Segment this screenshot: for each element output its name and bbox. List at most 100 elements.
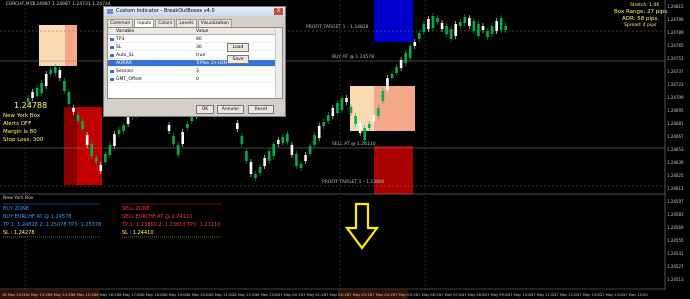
parameter-icon (110, 46, 114, 49)
candle (390, 71, 394, 81)
time-axis-label: 16 May 23:00 (255, 293, 280, 297)
time-axis-label: 16 May 20:00 (186, 293, 211, 297)
candle (345, 95, 348, 105)
col-variable-header[interactable]: Variable (116, 28, 134, 35)
dialog-title-bar[interactable]: Custom Indicator - BreakOutBoxes v4.0 X (104, 7, 285, 16)
tab-common[interactable]: Common (107, 19, 134, 27)
candle (408, 43, 412, 61)
input-var: TP3 (116, 37, 125, 42)
price-axis-label: 1.24555 (667, 238, 684, 243)
candle (413, 39, 417, 49)
grid-scrollbar[interactable] (275, 28, 282, 98)
candle (249, 159, 253, 177)
dialog-title: Custom Indicator - BreakOutBoxes v4.0 (116, 8, 215, 14)
ok-button[interactable]: OK (196, 105, 214, 114)
cancel-button[interactable]: Annuler (217, 105, 244, 114)
price-axis-label: 1.24611 (667, 186, 684, 191)
candle (495, 18, 498, 34)
candle (436, 15, 439, 25)
candle (340, 95, 344, 113)
candle (295, 151, 298, 169)
save-button[interactable]: Save (227, 55, 249, 64)
inputs-grid[interactable]: Variable Value TP3 80 SL 30 Auto_SL true AD… (107, 27, 283, 99)
tab-visualization[interactable]: Visualization (197, 19, 233, 27)
input-val[interactable]: 3 (196, 68, 199, 75)
candle (254, 171, 257, 181)
profit-target-top-label: PROFIT TARGET 1 - 1.24828 (306, 25, 369, 30)
price-axis-label: 1.24667 (667, 134, 684, 139)
price-axis-label: 1.24625 (667, 173, 684, 178)
time-axis-label: 16 May 13:15 (25, 293, 50, 297)
candle (404, 50, 407, 66)
dialog-tabs: Common Inputs Colors Levels Visualizatio… (107, 19, 233, 27)
time-axis-label: 16 May 14:15 (48, 293, 73, 297)
time-axis-label: 17 May 10:00 (508, 293, 533, 297)
candle (431, 13, 435, 31)
price-axis-label: 1.24695 (667, 108, 684, 113)
candle (276, 137, 280, 147)
price-axis-label: 1.24815 (667, 4, 684, 9)
time-axis-label: 17 May 02:15 (324, 293, 349, 297)
input-row[interactable]: TP3 80 (108, 36, 276, 43)
input-row[interactable]: SL 30 (108, 44, 276, 51)
price-axis-label: 1.24597 (667, 199, 684, 204)
time-axis-label: 17 May 00:15 (278, 293, 303, 297)
input-var: GMT_Offset (116, 77, 142, 82)
price-axis-label: 1.24513 (667, 277, 684, 282)
time-axis-label: 16 May 22:00 (232, 293, 257, 297)
price-axis-label: 1.24709 (667, 95, 684, 100)
candle (458, 19, 462, 29)
candle (317, 123, 321, 141)
input-row[interactable]: Auto_SL true (108, 52, 276, 59)
input-var: ADRRR (116, 61, 132, 66)
time-axis-label: 16 May 2013 (2, 293, 25, 297)
col-value-header[interactable]: Value (196, 28, 208, 35)
load-button[interactable]: Load (227, 43, 249, 52)
input-val[interactable]: 30 (196, 44, 202, 51)
input-row-selected[interactable]: ADRRR TrPlan 2+LON 3+RT (108, 60, 276, 67)
time-axis-labels: 16 May 2013 16 May 13:1516 May 14:1516 Ma… (2, 293, 648, 297)
price-axis-label: 1.24765 (667, 43, 684, 48)
price-axis-label: 1.24653 (667, 147, 684, 152)
tab-levels[interactable]: Levels (176, 19, 197, 27)
parameter-icon (110, 54, 114, 57)
input-var: Auto_SL (116, 53, 135, 58)
candle (449, 26, 453, 42)
candle (281, 134, 285, 146)
candle (331, 105, 335, 119)
candle (322, 119, 326, 129)
reset-button[interactable]: Reset (248, 105, 274, 114)
time-axis-label: 16 May 15:15 (71, 293, 96, 297)
close-icon[interactable]: X (274, 8, 283, 15)
tab-inputs[interactable]: Inputs (134, 19, 155, 27)
time-axis-label: 16 May 17:00 (117, 293, 142, 297)
custom-indicator-dialog[interactable]: Custom Indicator - BreakOutBoxes v4.0 X … (103, 6, 286, 117)
time-axis-label: 17 May 13:00 (577, 293, 602, 297)
candle (463, 14, 467, 26)
input-val[interactable]: 0 (196, 76, 199, 83)
candle (499, 15, 503, 33)
indicator-icon (107, 9, 113, 14)
tab-colors[interactable]: Colors (155, 19, 176, 27)
blue-zone-box (374, 0, 413, 42)
candle (468, 15, 471, 29)
candle (454, 21, 457, 39)
profit-target-bottom-label: PROFIT TARGET 1 - 1.23860 (322, 180, 385, 185)
input-row[interactable]: Session 3 (108, 68, 276, 75)
candle (290, 142, 294, 158)
input-val[interactable]: 80 (196, 36, 202, 43)
time-axis-label: 17 May 08:00 (462, 293, 487, 297)
input-val[interactable]: true (196, 52, 205, 59)
input-row[interactable]: GMT_Offset 0 (108, 76, 276, 83)
time-axis-label: 16 May 18:00 (140, 293, 165, 297)
candle (504, 23, 508, 33)
time-axis-label: 17 May 07:00 (439, 293, 464, 297)
price-axis-label: 1.24541 (667, 251, 684, 256)
candle (477, 21, 480, 39)
candle (263, 155, 266, 169)
time-axis-label: 17 May 06:15 (416, 293, 441, 297)
time-axis-label: 17 May 04:15 (370, 293, 395, 297)
candle (304, 152, 307, 164)
candle (336, 100, 339, 116)
price-axis-label: 1.24723 (667, 82, 684, 87)
